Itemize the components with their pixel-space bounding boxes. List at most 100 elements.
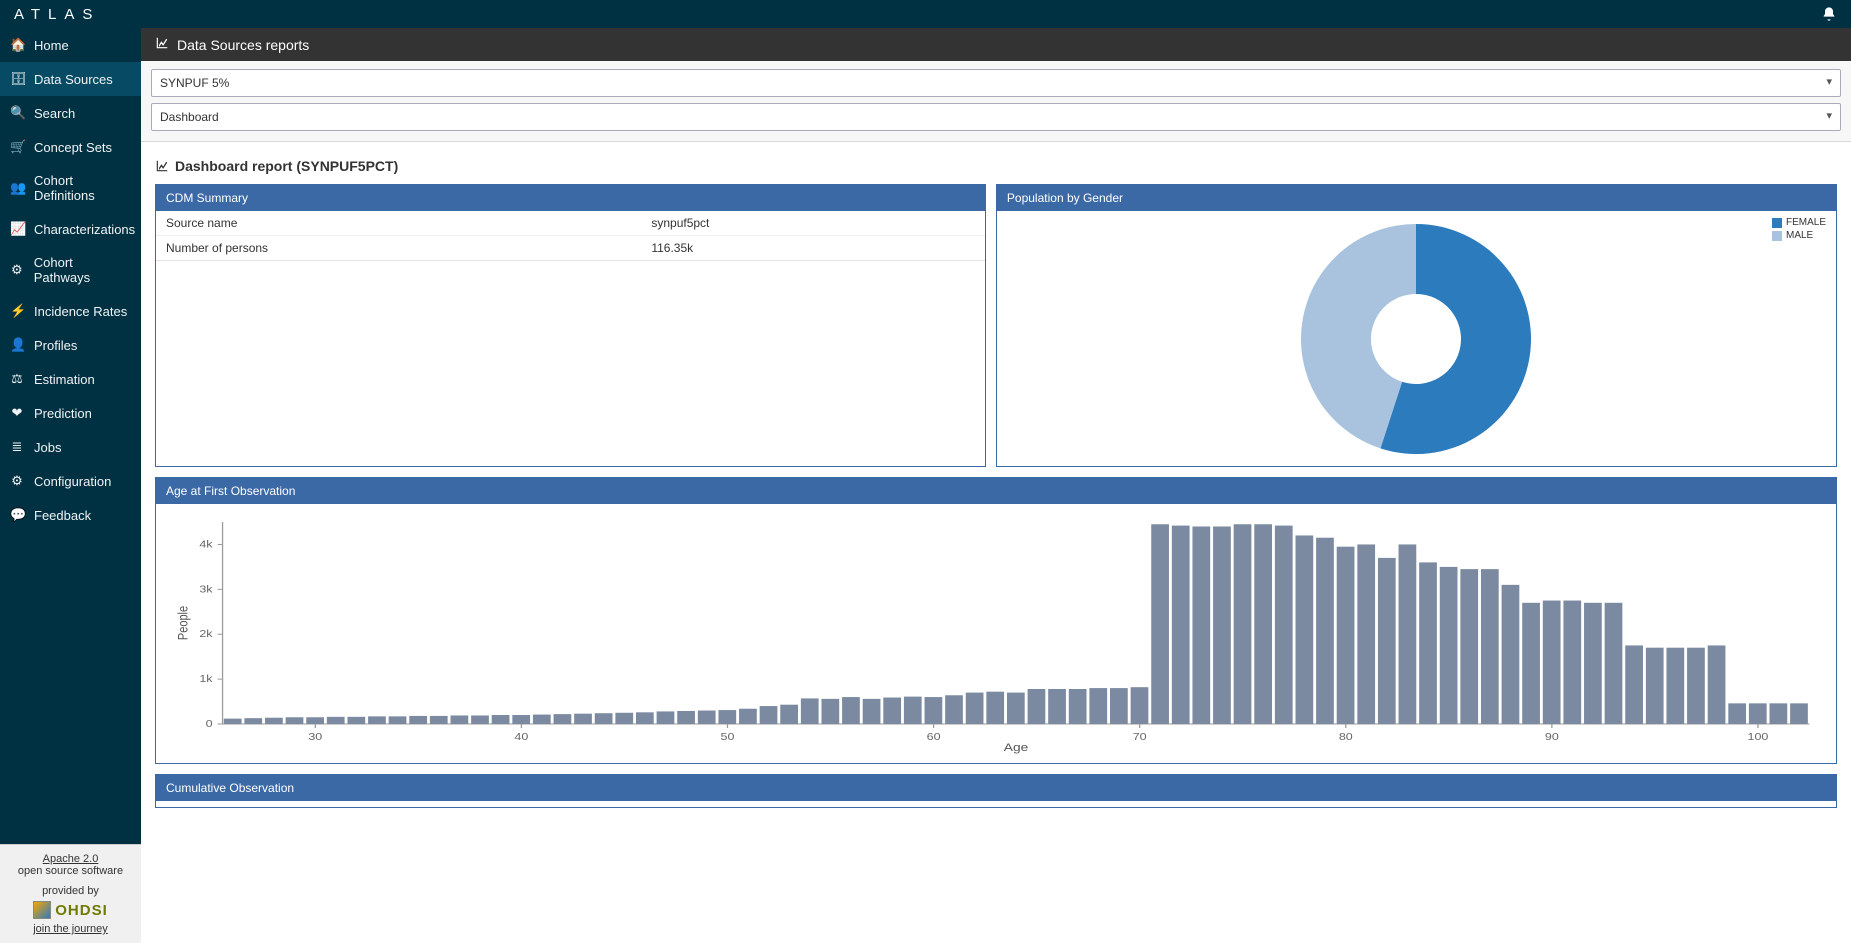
svg-text:People: People [175,606,190,640]
sidebar-item-label: Home [34,38,69,53]
svg-text:60: 60 [927,732,941,743]
sidebar-item-data-sources[interactable]: 🗄 Data Sources [0,62,141,96]
cumulative-panel-title: Cumulative Observation [156,775,1836,801]
age-chart: 01k2k3k4k30405060708090100PeopleAge [156,504,1836,763]
report-title-text: Dashboard report (SYNPUF5PCT) [175,158,398,174]
nav-icon: ⚖ [10,371,24,387]
svg-text:1k: 1k [199,674,213,685]
svg-text:80: 80 [1339,732,1353,743]
sidebar-item-prediction[interactable]: ❤ Prediction [0,396,141,430]
legend-swatch [1772,231,1782,241]
gender-panel: Population by Gender FEMALE MALE [996,184,1837,467]
legend-item: FEMALE [1772,217,1826,228]
sidebar-footer: Apache 2.0 open source software provided… [0,844,141,943]
cdm-value: synpuf5pct [651,216,975,230]
age-panel-title: Age at First Observation [156,478,1836,504]
sidebar-item-feedback[interactable]: 💬 Feedback [0,498,141,532]
source-select[interactable]: SYNPUF 5% [151,69,1841,97]
sidebar-item-profiles[interactable]: 👤 Profiles [0,328,141,362]
sidebar-item-label: Data Sources [34,72,113,87]
cdm-summary-panel: CDM Summary Source namesynpuf5pctNumber … [155,184,986,467]
ohdsi-text: OHDSI [55,902,108,919]
tagline-link[interactable]: join the journey [33,923,108,935]
cdm-summary-title: CDM Summary [156,185,985,211]
svg-text:50: 50 [721,732,735,743]
svg-text:100: 100 [1748,732,1769,743]
nav-icon: 📈 [10,221,24,237]
report-select-value: Dashboard [160,110,219,124]
nav-icon: 🗄 [10,71,24,87]
license-link[interactable]: Apache 2.0 [43,853,99,865]
cdm-key: Source name [166,216,651,230]
sidebar-item-label: Jobs [34,440,61,455]
gender-chart: FEMALE MALE [997,211,1836,466]
content-header: Data Sources reports [141,28,1851,61]
sidebar-item-jobs[interactable]: ≣ Jobs [0,430,141,464]
legend-label: MALE [1786,230,1813,241]
svg-text:40: 40 [514,732,528,743]
svg-text:4k: 4k [199,539,213,550]
notifications-icon[interactable] [1821,6,1837,22]
content-area: Data Sources reports SYNPUF 5% Dashboard… [141,28,1851,943]
sidebar: 🏠 Home 🗄 Data Sources 🔍 Search 🛒 Concept Sets 👥 C… [0,28,141,943]
sidebar-item-label: Estimation [34,372,95,387]
nav-icon: 🏠 [10,37,24,53]
sidebar-item-label: Prediction [34,406,92,421]
legend-item: MALE [1772,230,1826,241]
sidebar-item-concept-sets[interactable]: 🛒 Concept Sets [0,130,141,164]
cdm-row: Number of persons116.35k [156,236,985,261]
cdm-row: Source namesynpuf5pct [156,211,985,236]
sidebar-item-label: Cohort Definitions [34,173,131,203]
nav-icon: ❤ [10,405,24,421]
sidebar-item-search[interactable]: 🔍 Search [0,96,141,130]
sidebar-item-label: Search [34,106,75,121]
svg-text:30: 30 [308,732,322,743]
legend-swatch [1772,218,1782,228]
svg-text:3k: 3k [199,584,213,595]
nav-icon: 💬 [10,507,24,523]
svg-text:0: 0 [206,719,213,730]
report-select[interactable]: Dashboard [151,103,1841,131]
brand-logo: ATLAS [14,6,100,23]
nav-icon: 🛒 [10,139,24,155]
sidebar-item-cohort-pathways[interactable]: ⚙ Cohort Pathways [0,246,141,294]
sidebar-item-home[interactable]: 🏠 Home [0,28,141,62]
chart-area-icon [155,36,169,53]
legend-label: FEMALE [1786,217,1826,228]
nav-icon: ⚙ [10,473,24,489]
sidebar-item-label: Configuration [34,474,111,489]
sidebar-item-label: Cohort Pathways [34,255,131,285]
ohdsi-mark-icon [33,901,51,919]
selectors-row: SYNPUF 5% Dashboard [141,61,1851,142]
sidebar-item-estimation[interactable]: ⚖ Estimation [0,362,141,396]
sidebar-item-configuration[interactable]: ⚙ Configuration [0,464,141,498]
cdm-key: Number of persons [166,241,651,255]
chart-area-icon [155,159,169,173]
sidebar-item-label: Characterizations [34,222,135,237]
page-title: Data Sources reports [177,37,309,53]
svg-text:2k: 2k [199,629,213,640]
sidebar-item-incidence-rates[interactable]: ⚡ Incidence Rates [0,294,141,328]
top-bar: ATLAS [0,0,1851,28]
nav-icon: ≣ [10,439,24,455]
sidebar-item-label: Concept Sets [34,140,112,155]
sidebar-item-label: Profiles [34,338,77,353]
svg-text:Age: Age [1004,741,1029,753]
report-area: Dashboard report (SYNPUF5PCT) CDM Summar… [141,142,1851,943]
nav-icon: 👥 [10,180,24,196]
cdm-value: 116.35k [651,241,975,255]
source-select-value: SYNPUF 5% [160,76,229,90]
ohdsi-logo[interactable]: OHDSI [4,901,137,919]
nav-icon: ⚙ [10,262,24,278]
sidebar-item-characterizations[interactable]: 📈 Characterizations [0,212,141,246]
gender-panel-title: Population by Gender [997,185,1836,211]
svg-text:70: 70 [1133,732,1147,743]
sidebar-item-label: Feedback [34,508,91,523]
provided-by-text: provided by [42,885,99,897]
sidebar-item-cohort-definitions[interactable]: 👥 Cohort Definitions [0,164,141,212]
nav-icon: 👤 [10,337,24,353]
nav-icon: 🔍 [10,105,24,121]
nav-icon: ⚡ [10,303,24,319]
sidebar-item-label: Incidence Rates [34,304,127,319]
report-title: Dashboard report (SYNPUF5PCT) [155,158,1837,174]
